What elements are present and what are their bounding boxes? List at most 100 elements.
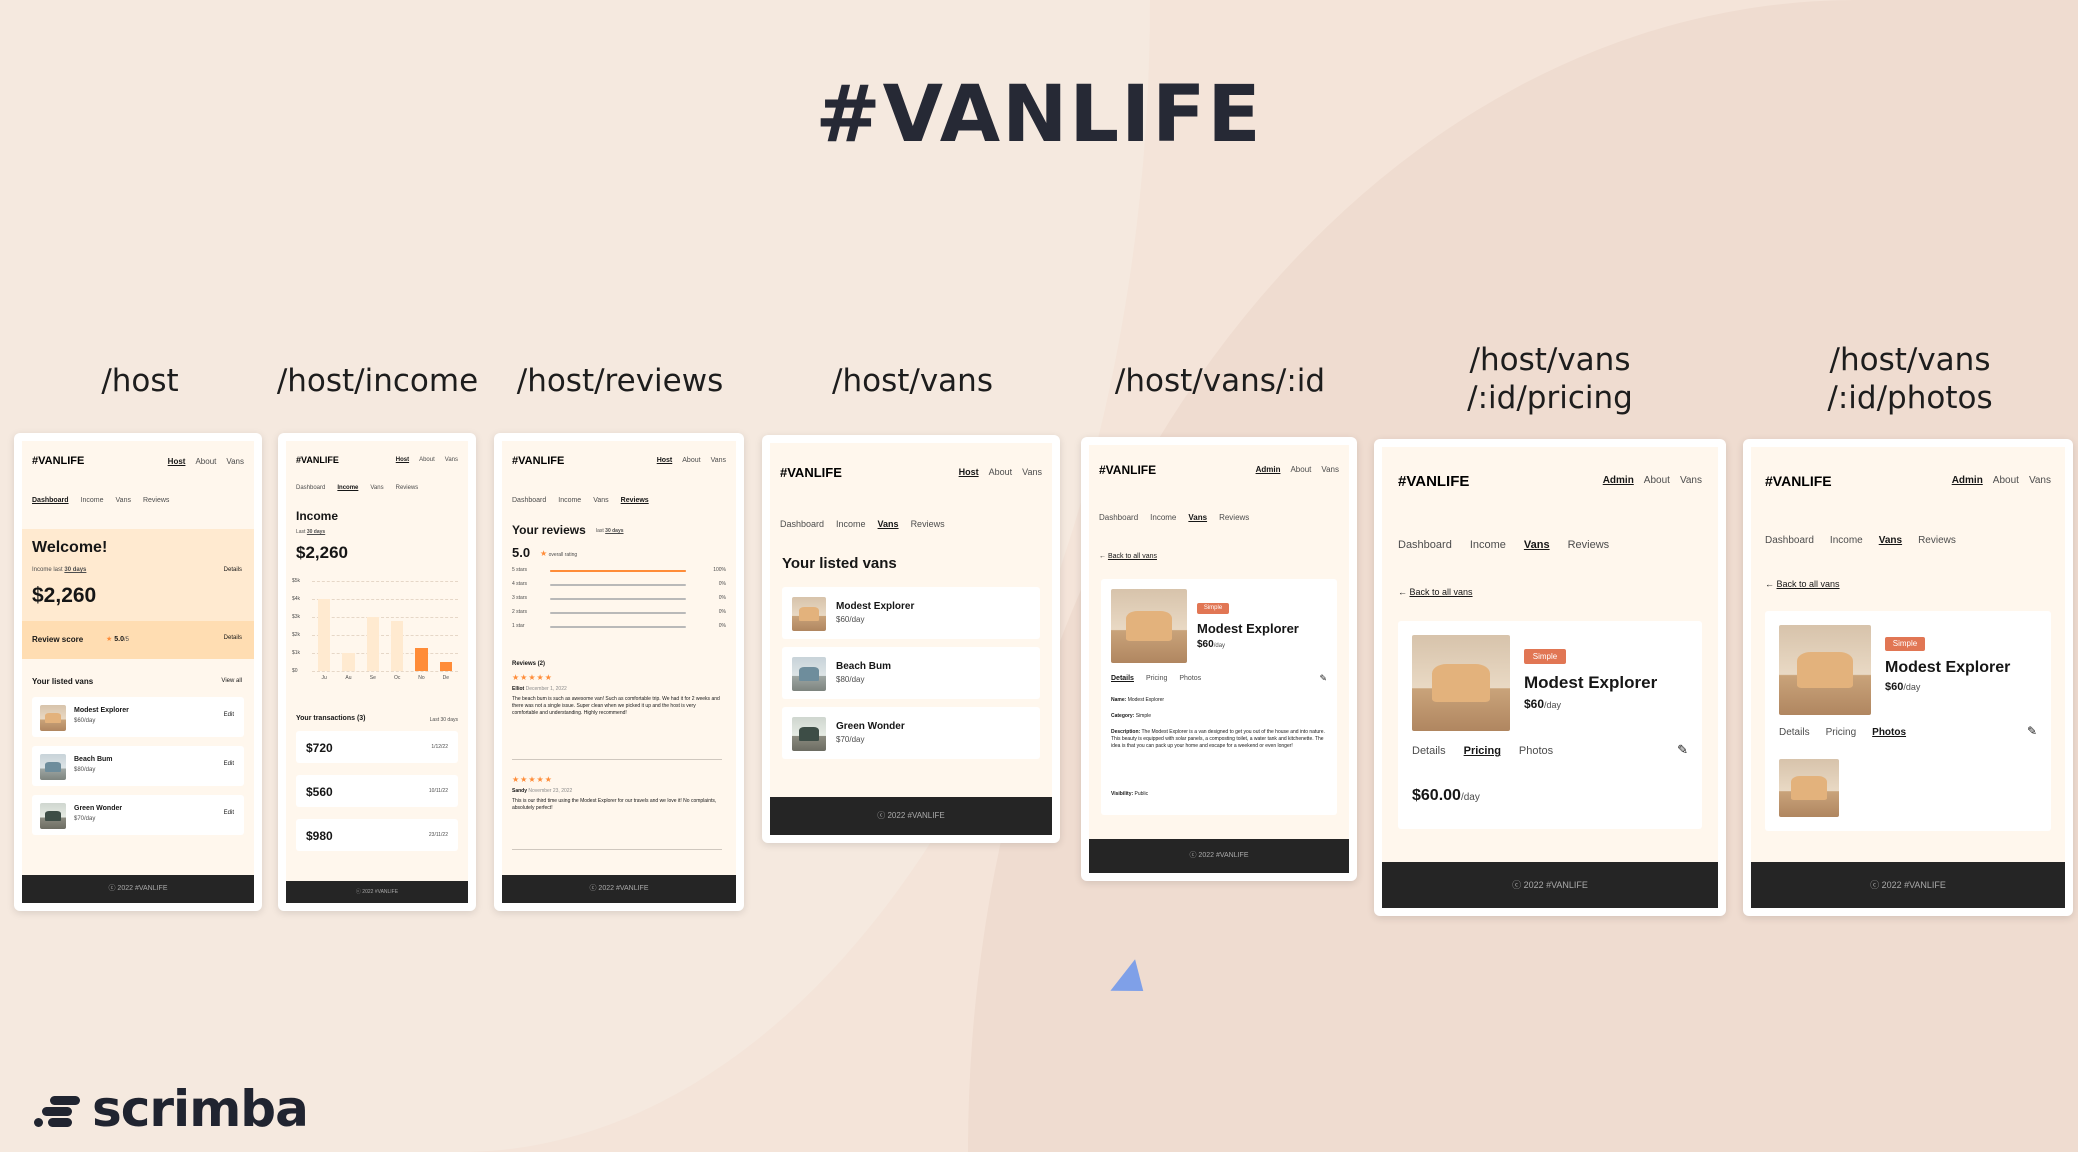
tab-dashboard[interactable]: Dashboard [780, 519, 824, 529]
reviewer-name: Sandy [512, 788, 528, 794]
view-all-link[interactable]: View all [221, 678, 242, 684]
tab-reviews[interactable]: Reviews [396, 485, 419, 491]
edit-link[interactable]: Edit [224, 712, 234, 718]
income-amount: $2,260 [32, 584, 97, 607]
description-label: Description: [1111, 729, 1141, 735]
transaction-row: $720 1/12/22 [296, 731, 458, 763]
nav-host[interactable]: Host [959, 467, 979, 477]
tab-reviews[interactable]: Reviews [911, 519, 945, 529]
tab-reviews[interactable]: Reviews [143, 497, 169, 504]
income-period[interactable]: 30 days [64, 567, 86, 573]
tab-vans[interactable]: Vans [116, 497, 131, 504]
nav-host[interactable]: Host [657, 457, 673, 464]
edit-link[interactable]: Edit [224, 761, 234, 767]
back-link[interactable]: Back to all vans [1777, 579, 1840, 589]
divider [512, 849, 722, 850]
nav-vans[interactable]: Vans [1680, 475, 1702, 486]
logo[interactable]: #VANLIFE [296, 455, 339, 465]
edit-link[interactable]: Edit [224, 810, 234, 816]
tab-vans[interactable]: Vans [370, 485, 383, 491]
van-card[interactable]: Modest Explorer $60/day [782, 587, 1040, 639]
nav-admin[interactable]: Admin [1603, 475, 1634, 486]
tab-vans[interactable]: Vans [1188, 513, 1207, 522]
van-name: Beach Bum [836, 661, 892, 672]
logo[interactable]: #VANLIFE [512, 455, 564, 467]
income-details-link[interactable]: Details [224, 567, 242, 573]
nav-vans[interactable]: Vans [2029, 475, 2051, 486]
tab-pricing[interactable]: Pricing [1146, 675, 1167, 682]
nav-about[interactable]: About [1644, 475, 1670, 486]
reviews-period[interactable]: 30 days [605, 528, 623, 534]
tab-income[interactable]: Income [1830, 535, 1863, 546]
nav-about[interactable]: About [195, 457, 216, 466]
van-card[interactable]: Modest Explorer $60/day Edit [32, 697, 244, 737]
tab-dashboard[interactable]: Dashboard [32, 497, 69, 504]
tab-details[interactable]: Details [1779, 727, 1810, 738]
review-details-link[interactable]: Details [224, 635, 242, 641]
nav-vans[interactable]: Vans [1321, 465, 1339, 474]
van-photo-thumbnail[interactable] [1779, 759, 1839, 817]
van-card[interactable]: Green Wonder $70/day [782, 707, 1040, 759]
tab-dashboard[interactable]: Dashboard [512, 497, 546, 504]
logo[interactable]: #VANLIFE [32, 455, 84, 467]
tab-pricing[interactable]: Pricing [1826, 727, 1857, 738]
van-card[interactable]: Beach Bum $80/day Edit [32, 746, 244, 786]
tab-dashboard[interactable]: Dashboard [296, 485, 325, 491]
nav-about[interactable]: About [1993, 475, 2019, 486]
tab-vans[interactable]: Vans [878, 519, 899, 529]
edit-icon[interactable]: ✎ [1677, 742, 1688, 758]
tab-vans[interactable]: Vans [1879, 535, 1902, 546]
tab-photos[interactable]: Photos [1872, 727, 1906, 738]
tab-photos[interactable]: Photos [1179, 675, 1201, 682]
tab-reviews[interactable]: Reviews [1918, 535, 1956, 546]
tab-income[interactable]: Income [558, 497, 581, 504]
review-text: This is our third time using the Modest … [512, 798, 717, 811]
van-name: Modest Explorer [1197, 621, 1299, 636]
nav-vans[interactable]: Vans [226, 457, 244, 466]
nav-vans[interactable]: Vans [1022, 467, 1042, 477]
nav-about[interactable]: About [419, 457, 435, 463]
nav-about[interactable]: About [682, 457, 700, 464]
tab-reviews[interactable]: Reviews [1568, 539, 1610, 551]
nav-admin[interactable]: Admin [1256, 465, 1281, 474]
tab-details[interactable]: Details [1412, 745, 1446, 757]
tab-vans[interactable]: Vans [1524, 539, 1550, 551]
tab-reviews[interactable]: Reviews [621, 497, 649, 504]
tab-vans[interactable]: Vans [593, 497, 608, 504]
route-label-van-detail: /host/vans/:id [1114, 363, 1326, 399]
nav-admin[interactable]: Admin [1952, 475, 1983, 486]
nav-vans[interactable]: Vans [445, 457, 458, 463]
back-link[interactable]: Back to all vans [1410, 587, 1473, 597]
logo[interactable]: #VANLIFE [1398, 473, 1469, 490]
nav-about[interactable]: About [1290, 465, 1311, 474]
nav-host[interactable]: Host [168, 457, 186, 466]
tab-income[interactable]: Income [81, 497, 104, 504]
tab-details[interactable]: Details [1111, 675, 1134, 682]
tab-pricing[interactable]: Pricing [1464, 745, 1501, 757]
logo[interactable]: #VANLIFE [1765, 473, 1832, 489]
back-link[interactable]: Back to all vans [1108, 553, 1157, 560]
nav-vans[interactable]: Vans [711, 457, 726, 464]
tab-income[interactable]: Income [1470, 539, 1506, 551]
edit-icon[interactable]: ✎ [2027, 724, 2037, 738]
edit-icon[interactable]: ✎ [1319, 673, 1327, 684]
review-date: November 23, 2022 [528, 788, 573, 794]
logo[interactable]: #VANLIFE [780, 465, 842, 480]
tab-dashboard[interactable]: Dashboard [1765, 535, 1814, 546]
nav-host[interactable]: Host [396, 457, 409, 463]
tab-income[interactable]: Income [1150, 513, 1176, 522]
review-text: The beach bum is such as awesome van! Su… [512, 696, 720, 716]
tab-dashboard[interactable]: Dashboard [1099, 513, 1138, 522]
nav-about[interactable]: About [989, 467, 1013, 477]
logo[interactable]: #VANLIFE [1099, 463, 1156, 477]
tab-reviews[interactable]: Reviews [1219, 513, 1249, 522]
income-period[interactable]: 30 days [307, 529, 325, 535]
tab-income[interactable]: Income [337, 485, 358, 491]
tab-dashboard[interactable]: Dashboard [1398, 539, 1452, 551]
transactions-period[interactable]: Last 30 days [430, 717, 458, 723]
brand-name: scrimba [92, 1080, 309, 1138]
tab-income[interactable]: Income [836, 519, 866, 529]
van-card[interactable]: Green Wonder $70/day Edit [32, 795, 244, 835]
tab-photos[interactable]: Photos [1519, 745, 1553, 757]
van-card[interactable]: Beach Bum $80/day [782, 647, 1040, 699]
